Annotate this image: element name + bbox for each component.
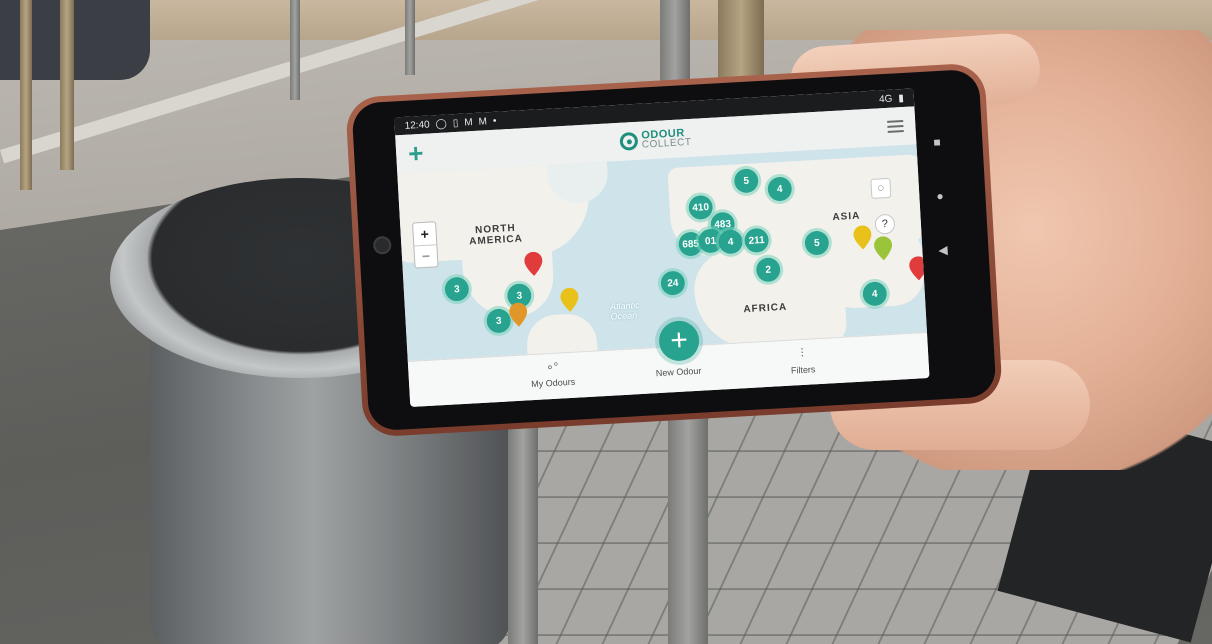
odour-pin-red-icon[interactable] [524, 251, 543, 276]
bubbles-icon: ∘° [545, 359, 559, 375]
bollard [405, 0, 415, 75]
home-key-icon[interactable]: ● [936, 189, 944, 203]
zoom-control[interactable]: + − [412, 221, 439, 269]
label-asia: ASIA [832, 210, 861, 224]
odour-collect-logo: ODOUR COLLECT [619, 127, 692, 152]
locate-icon[interactable]: ◌ [870, 177, 892, 199]
gmail-icon: M [463, 116, 473, 128]
my-odours-label: My Odours [530, 376, 576, 390]
dot-icon: • [492, 115, 497, 127]
bin-post [508, 400, 538, 644]
new-odour-label: New Odour [655, 365, 702, 379]
tree-stake [60, 0, 74, 170]
zoom-out-button[interactable]: − [414, 243, 438, 268]
odour-pin-yellow-icon[interactable] [560, 287, 579, 312]
smartphone: ■ ● ◀ 12:40 ◯ ▯ M M • 4G ▮ + ODOUR COLLE… [345, 62, 1003, 438]
odour-pin-yellow-icon[interactable] [853, 225, 872, 250]
tree-stake [20, 0, 32, 190]
my-odours-tab[interactable]: ∘° My Odours [530, 359, 576, 390]
logo-line2: COLLECT [641, 136, 692, 151]
pole [668, 390, 708, 644]
whatsapp-icon: ◯ [435, 117, 448, 130]
odour-pin-orange-icon[interactable] [509, 302, 528, 327]
logo-mark-icon [619, 131, 639, 151]
filters-tab[interactable]: ⫶ Filters [790, 345, 816, 376]
zoom-in-button[interactable]: + [413, 222, 436, 245]
hamburger-menu-icon[interactable] [887, 120, 904, 133]
gmail-icon: M [478, 115, 488, 128]
status-time: 12:40 [404, 118, 430, 132]
filters-icon: ⫶ [800, 345, 805, 361]
battery-icon: ▮ [898, 92, 905, 104]
back-key-icon[interactable]: ◀ [938, 243, 948, 257]
cluster-marker[interactable]: 3 [441, 273, 473, 305]
odour-pin-green-icon[interactable] [874, 236, 893, 261]
label-atlantic-ocean: Atlantic Ocean [609, 300, 640, 322]
signal-label: 4G [878, 93, 893, 105]
cluster-marker[interactable]: 24 [657, 267, 689, 299]
filters-label: Filters [790, 364, 816, 376]
sim-icon: ▯ [452, 117, 459, 129]
add-button[interactable]: + [407, 138, 424, 169]
label-north-america: NORTH AMERICA [468, 222, 524, 248]
app-screen: 12:40 ◯ ▯ M M • 4G ▮ + ODOUR COLLECT NOR… [394, 88, 930, 407]
bollard [290, 0, 300, 100]
recents-key-icon[interactable]: ■ [933, 135, 941, 149]
